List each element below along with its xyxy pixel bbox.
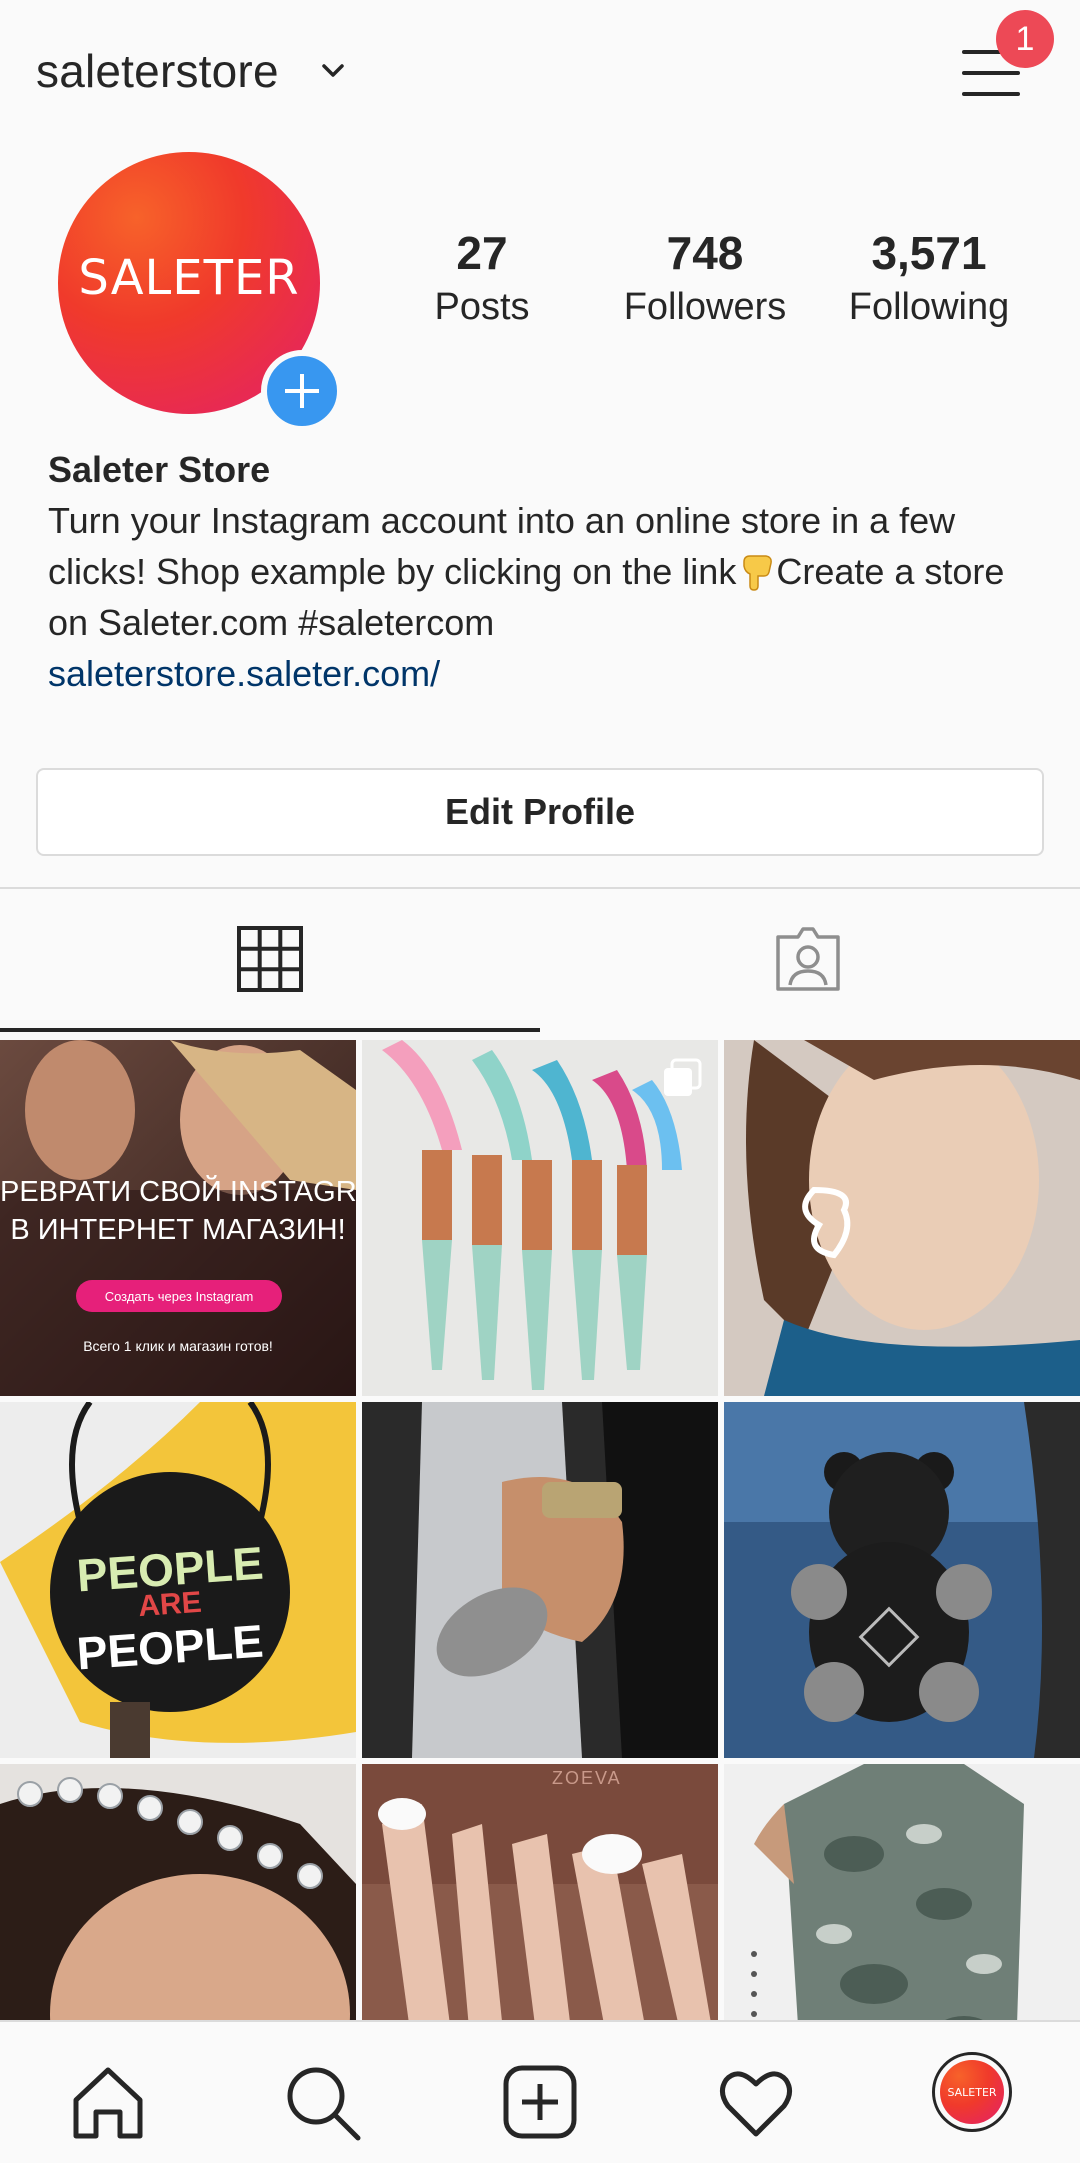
- post-thumbnail-4[interactable]: PEOPLE ARE PEOPLE: [0, 1402, 356, 1758]
- post-1-create-button: Создать через Instagram: [76, 1280, 282, 1312]
- post-1-overlay-line-1: РЕВРАТИ СВОЙ INSTAGRA: [0, 1176, 356, 1208]
- followers-label: Followers: [623, 286, 787, 328]
- profile-tab-avatar-text: SALETER: [940, 2060, 1004, 2124]
- pointing-down-emoji-icon: [743, 555, 773, 591]
- following-count: 3,571: [871, 227, 987, 279]
- add-post-icon[interactable]: [500, 2062, 580, 2142]
- posts-count: 27: [456, 227, 508, 279]
- post-image-3: [724, 1040, 1080, 1396]
- post-thumbnail-9[interactable]: [724, 1764, 1080, 2020]
- post-thumbnail-7[interactable]: [0, 1764, 356, 2020]
- post-image-7: [0, 1764, 356, 2020]
- grid-icon: [237, 926, 303, 992]
- stat-followers[interactable]: 748 Followers: [612, 226, 798, 329]
- chevron-down-icon[interactable]: [320, 58, 346, 84]
- profile-bio: Saleter Store Turn your Instagram accoun…: [48, 444, 1038, 699]
- post-thumbnail-2[interactable]: [362, 1040, 718, 1396]
- tab-grid[interactable]: [0, 889, 540, 1031]
- post-image-6: [724, 1402, 1080, 1758]
- post-thumbnail-5[interactable]: [362, 1402, 718, 1758]
- menu-icon-bar: [962, 71, 1020, 75]
- bio-text: Turn your Instagram account into an onli…: [48, 495, 1038, 648]
- stat-posts[interactable]: 27 Posts: [412, 226, 552, 329]
- post-8-brand-text: ZOEVA: [552, 1768, 622, 1788]
- post-thumbnail-8[interactable]: ZOEVA: [362, 1764, 718, 2020]
- following-label: Following: [848, 286, 1010, 328]
- posts-grid: РЕВРАТИ СВОЙ INSTAGRA В ИНТЕРНЕТ МАГАЗИН…: [0, 1040, 1080, 2020]
- post-image-5: [362, 1402, 718, 1758]
- tagged-person-icon: [776, 927, 840, 991]
- post-1-overlay-line-2: В ИНТЕРНЕТ МАГАЗИН!: [10, 1214, 346, 1246]
- home-icon[interactable]: [68, 2062, 148, 2142]
- post-thumbnail-6[interactable]: [724, 1402, 1080, 1758]
- top-bar: saleterstore 1: [0, 0, 1080, 140]
- bottom-navigation: SALETER: [0, 2020, 1080, 2163]
- search-icon[interactable]: [282, 2062, 362, 2142]
- profile-website-link[interactable]: saleterstore.saleter.com/: [48, 648, 1038, 699]
- post-1-caption: Всего 1 клик и магазин готов!: [83, 1338, 273, 1354]
- active-tab-indicator: [0, 1028, 540, 1032]
- account-username[interactable]: saleterstore: [36, 44, 279, 98]
- post-thumbnail-3[interactable]: [724, 1040, 1080, 1396]
- avatar-logo-text: SALETER: [78, 250, 300, 306]
- edit-profile-button[interactable]: Edit Profile: [36, 768, 1044, 856]
- multiple-photos-icon: [664, 1058, 702, 1096]
- menu-icon-bar: [962, 92, 1020, 96]
- profile-tab-avatar[interactable]: SALETER: [932, 2052, 1012, 2132]
- post-thumbnail-1[interactable]: РЕВРАТИ СВОЙ INSTAGRA В ИНТЕРНЕТ МАГАЗИН…: [0, 1040, 356, 1396]
- post-image-9: [724, 1764, 1080, 2020]
- posts-label: Posts: [434, 286, 530, 328]
- stat-following[interactable]: 3,571 Following: [836, 226, 1022, 329]
- heart-icon[interactable]: [716, 2062, 796, 2142]
- post-image-8: [362, 1764, 718, 2020]
- tab-tagged[interactable]: [540, 889, 1080, 1031]
- followers-count: 748: [666, 227, 744, 279]
- notification-badge: 1: [996, 10, 1054, 68]
- profile-name: Saleter Store: [48, 449, 271, 490]
- add-story-icon[interactable]: [261, 350, 343, 432]
